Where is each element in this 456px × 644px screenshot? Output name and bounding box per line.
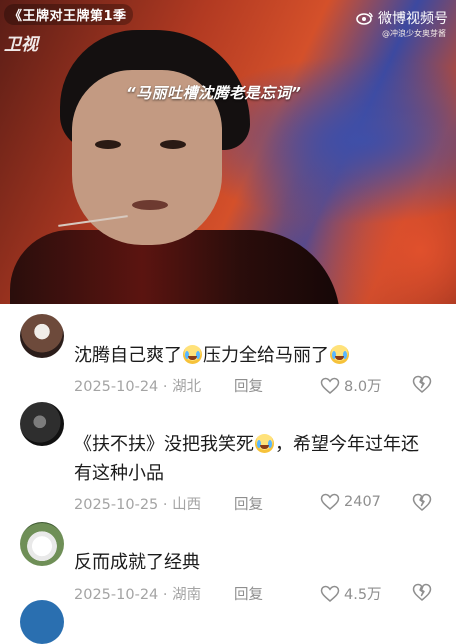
comment-meta: 2025-10-24 · 湖北 回复 8.0万	[74, 375, 444, 397]
like-count: 4.5万	[344, 587, 382, 603]
laughing-tears-emoji-icon	[330, 345, 349, 364]
comment-date-location: 2025-10-24 · 湖南	[74, 583, 201, 604]
heart-icon	[320, 493, 340, 510]
heart-icon	[320, 585, 340, 602]
comment-text-part: ，希望今年过年还	[275, 434, 419, 455]
comment-meta: 2025-10-24 · 湖南 回复 4.5万	[74, 583, 444, 605]
reply-button[interactable]: 回复	[234, 583, 263, 604]
separator: ·	[158, 497, 173, 513]
comment-date: 2025-10-24	[74, 587, 159, 603]
comment-text-part: 反而成就了经典	[74, 552, 200, 573]
broken-heart-icon[interactable]	[412, 374, 432, 394]
platform-name: 微博视频号	[378, 11, 448, 27]
comment-date-location: 2025-10-25 · 山西	[74, 493, 201, 514]
like-button[interactable]: 8.0万	[320, 375, 382, 396]
comment-text-part: 《扶不扶》没把我笑死	[74, 434, 254, 455]
like-count: 2407	[344, 494, 381, 510]
comment-location: 湖南	[172, 587, 202, 603]
comment-text-part: 有这种小品	[74, 463, 164, 484]
avatar[interactable]	[20, 522, 64, 566]
heart-icon	[320, 377, 340, 394]
comment-text: 《扶不扶》没把我笑死 ，希望今年过年还有这种小品	[74, 430, 444, 488]
video-caption: “马丽吐槽沈腾老是忘词”	[126, 84, 302, 102]
comment-text-part: 压力全给马丽了	[203, 345, 329, 366]
comment-date: 2025-10-24	[74, 379, 159, 395]
comment-text: 反而成就了经典	[74, 548, 444, 577]
separator: ·	[158, 379, 173, 395]
comment-date-location: 2025-10-24 · 湖北	[74, 375, 201, 396]
avatar[interactable]	[20, 600, 64, 644]
platform-watermark: 微博视频号	[356, 8, 448, 28]
like-count: 8.0万	[344, 379, 382, 395]
broken-heart-icon[interactable]	[412, 582, 432, 602]
avatar[interactable]	[20, 402, 64, 446]
like-button[interactable]: 2407	[320, 493, 381, 511]
reply-button[interactable]: 回复	[234, 375, 263, 396]
reply-button[interactable]: 回复	[234, 493, 263, 514]
channel-logo: 卫视	[4, 35, 38, 55]
comment-date: 2025-10-25	[74, 497, 159, 513]
like-button[interactable]: 4.5万	[320, 583, 382, 604]
comment-location: 山西	[172, 497, 202, 513]
weibo-eye-icon	[356, 12, 373, 25]
comment-meta: 2025-10-25 · 山西 回复 2407	[74, 493, 444, 515]
avatar[interactable]	[20, 314, 64, 358]
laughing-tears-emoji-icon	[183, 345, 202, 364]
comment-text: 沈腾自己爽了 压力全给马丽了	[74, 341, 444, 370]
uploader-handle: @冲浪少女奥芽酱	[382, 29, 446, 38]
separator: ·	[158, 587, 173, 603]
laughing-tears-emoji-icon	[255, 434, 274, 453]
comment-location: 湖北	[172, 379, 202, 395]
video-frame[interactable]: 《王牌对王牌第1季 卫视 微博视频号 @冲浪少女奥芽酱 “马丽吐槽沈腾老是忘词”	[0, 0, 456, 304]
broken-heart-icon[interactable]	[412, 492, 432, 512]
person-mouth	[132, 200, 168, 210]
show-title-tag: 《王牌对王牌第1季	[4, 4, 133, 25]
comment-text-part: 沈腾自己爽了	[74, 345, 182, 366]
person-eye	[95, 140, 121, 149]
person-eye	[160, 140, 186, 149]
